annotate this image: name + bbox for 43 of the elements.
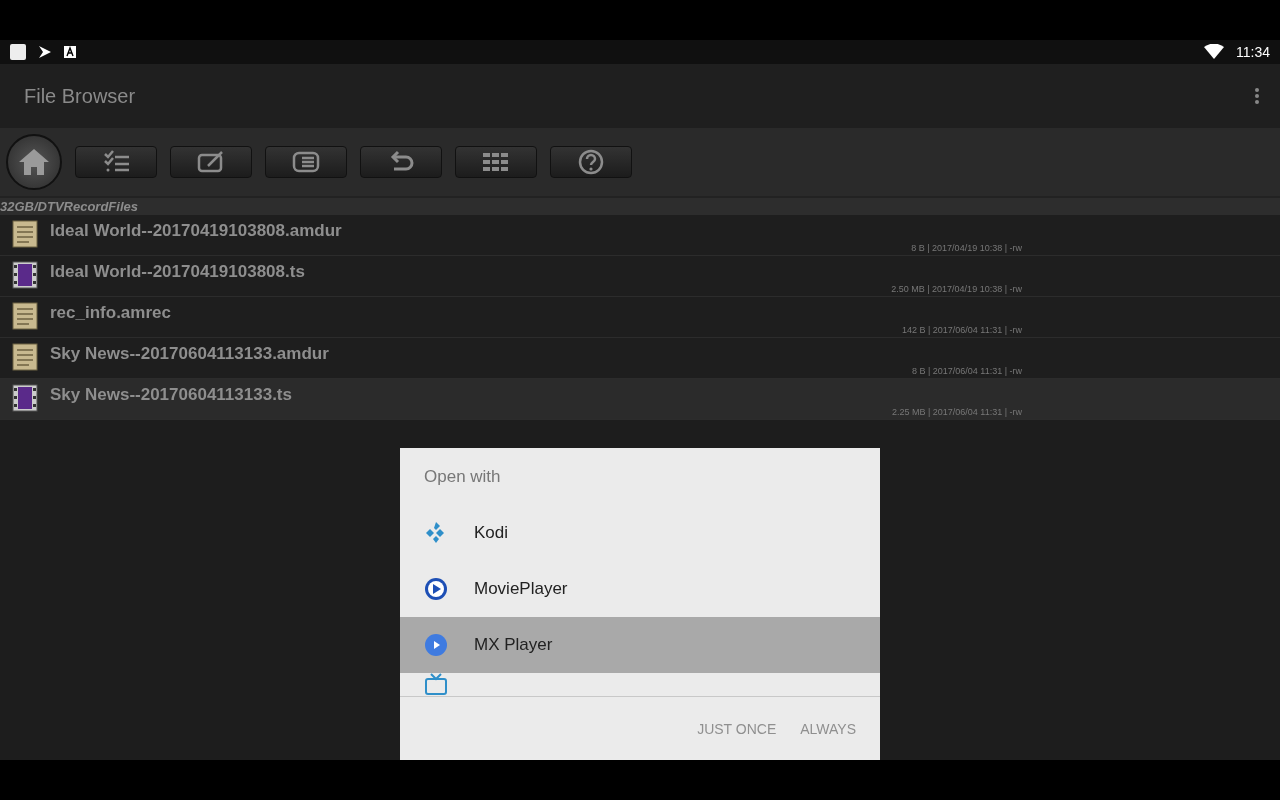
toolbar-button[interactable] xyxy=(265,146,347,178)
app-option[interactable]: Kodi xyxy=(400,505,880,561)
film-icon xyxy=(12,261,38,289)
clock: 11:34 xyxy=(1236,44,1270,60)
document-icon xyxy=(12,220,38,248)
help-icon xyxy=(576,149,606,175)
document-icon xyxy=(12,343,38,371)
file-row[interactable]: Sky News--20170604113133.ts 2.25 MB | 2017/06/04 11:31 | -rw xyxy=(0,379,1280,420)
file-name: rec_info.amrec xyxy=(50,303,171,323)
tv-icon xyxy=(424,673,448,695)
file-details: 2.25 MB | 2017/06/04 11:31 | -rw xyxy=(891,407,1022,417)
file-name: Ideal World--20170419103808.ts xyxy=(50,262,305,282)
dialog-title: Open with xyxy=(423,466,502,488)
app-title: File Browser xyxy=(24,84,137,108)
home-icon xyxy=(17,147,51,177)
toolbar-button[interactable] xyxy=(360,146,442,178)
edit-icon xyxy=(196,149,226,175)
toolbar-button[interactable] xyxy=(170,146,252,178)
app-option[interactable]: MX Player xyxy=(400,617,880,673)
file-details: 8 B | 2017/04/19 10:38 | -rw xyxy=(911,243,1022,253)
file-details: 8 B | 2017/06/04 11:31 | -rw xyxy=(911,366,1022,376)
dialog-button[interactable]: ALWAYS xyxy=(800,721,856,737)
home-button[interactable] xyxy=(6,134,62,190)
toolbar-button[interactable] xyxy=(455,146,537,178)
toolbar-button[interactable] xyxy=(550,146,632,178)
play-circle-icon xyxy=(424,633,448,657)
file-details: 142 B | 2017/06/04 11:31 | -rw xyxy=(901,325,1022,335)
file-details: 2.50 MB | 2017/04/19 10:38 | -rw xyxy=(891,284,1022,294)
app-option[interactable]: MoviePlayer xyxy=(400,561,880,617)
film-icon xyxy=(12,384,38,412)
document-icon xyxy=(12,302,38,330)
dialog-button[interactable]: JUST ONCE xyxy=(697,721,777,737)
overflow-menu-icon[interactable] xyxy=(1254,87,1260,105)
file-name: Ideal World--20170419103808.amdur xyxy=(50,221,342,241)
notification-square-icon xyxy=(10,44,26,60)
list-icon xyxy=(291,149,321,175)
toolbar-button[interactable] xyxy=(75,146,157,178)
wifi-icon xyxy=(1204,44,1224,60)
file-name: Sky News--20170604113133.ts xyxy=(50,385,292,405)
play-circle-icon xyxy=(424,577,448,601)
file-name: Sky News--20170604113133.amdur xyxy=(50,344,329,364)
path-label: 32GB/DTVRecordFiles xyxy=(0,198,1280,215)
letter-a-icon xyxy=(64,46,76,58)
